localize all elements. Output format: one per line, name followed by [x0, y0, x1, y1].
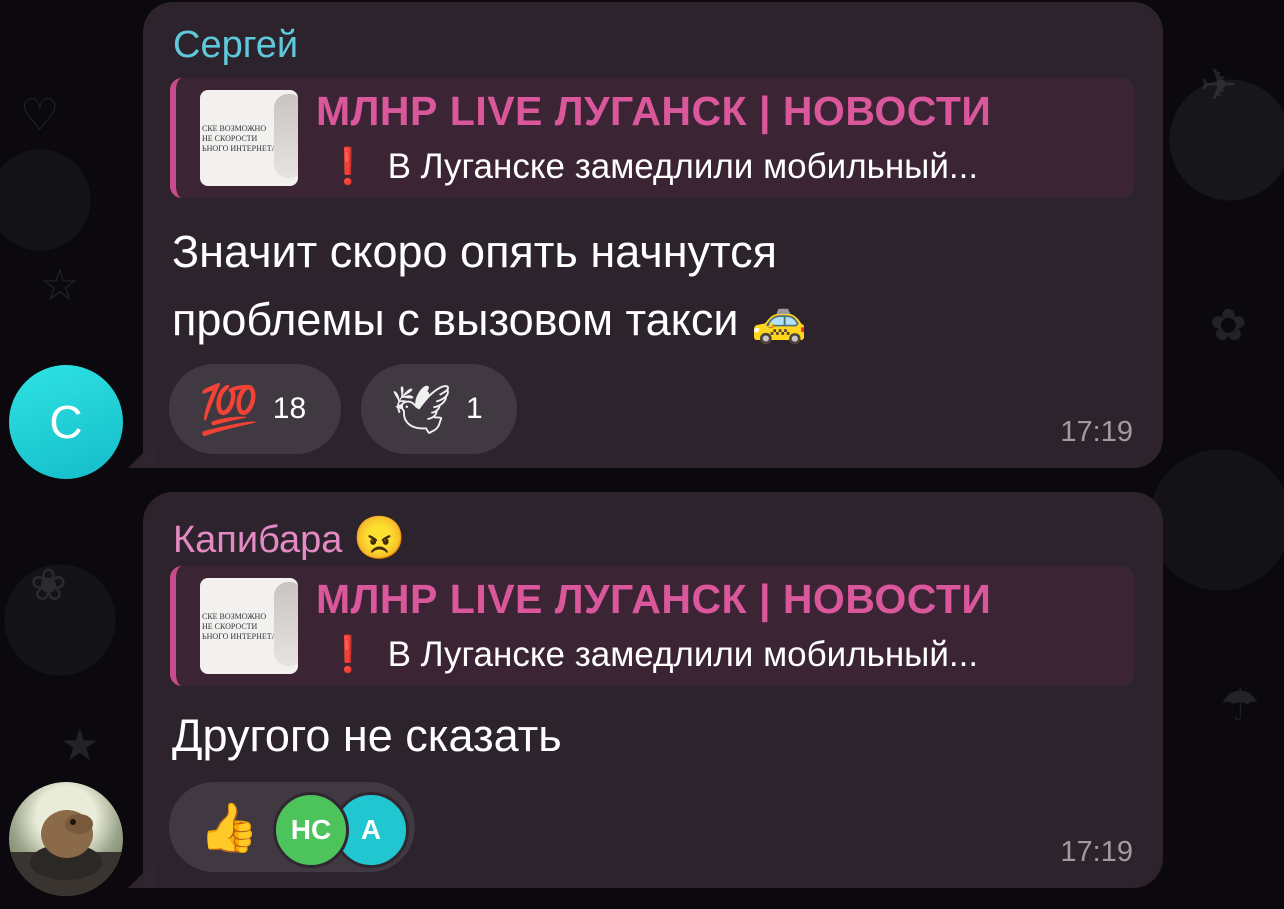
avatar-letter: С	[49, 396, 83, 448]
reply-title: МЛНР LIVE ЛУГАНСК | НОВОСТИ	[316, 88, 992, 134]
reply-thumbnail: СКЕ ВОЗМОЖНО НЕ СКОРОСТИ ЬНОГО ИНТЕРНЕТА	[200, 90, 298, 186]
reply-preview[interactable]: СКЕ ВОЗМОЖНО НЕ СКОРОСТИ ЬНОГО ИНТЕРНЕТА…	[170, 78, 1134, 198]
doodle-icon: ✈	[1200, 60, 1237, 111]
reaction-count: 18	[272, 392, 307, 425]
message-bubble[interactable]: Капибара 😠 СКЕ ВОЗМОЖНО НЕ СКОРОСТИ ЬНОГ…	[143, 492, 1163, 888]
reaction-hundred[interactable]: 💯 18	[169, 364, 341, 454]
exclamation-icon: ❗	[326, 635, 370, 674]
reactor-avatar: НС	[273, 792, 349, 868]
capybara-icon	[9, 810, 123, 896]
angry-face-icon: 😠	[352, 514, 406, 561]
exclamation-icon: ❗	[326, 147, 370, 186]
doodle-icon: ★	[60, 720, 100, 771]
reply-preview[interactable]: СКЕ ВОЗМОЖНО НЕ СКОРОСТИ ЬНОГО ИНТЕРНЕТА…	[170, 566, 1134, 686]
hundred-icon: 💯	[199, 381, 259, 438]
message-text-line: Значит скоро опять начнутся	[172, 226, 778, 277]
message-time: 17:19	[1060, 416, 1133, 448]
thumbnail-figure	[274, 94, 298, 178]
doodle-icon: ❀	[30, 560, 67, 611]
avatar[interactable]	[9, 782, 123, 896]
reply-title: МЛНР LIVE ЛУГАНСК | НОВОСТИ	[316, 576, 992, 622]
thumbnail-figure	[274, 582, 298, 666]
sender-name-text: Капибара	[173, 519, 343, 561]
doodle-icon: ✿	[1210, 300, 1247, 351]
reply-text-content: В Луганске замедлили мобильный...	[387, 635, 979, 674]
reply-text: ❗ В Луганске замедлили мобильный...	[326, 146, 978, 187]
doodle-icon: ☂	[1220, 680, 1260, 731]
message-text-line: проблемы с вызовом такси 🚕	[172, 294, 808, 345]
thumbnail-text: СКЕ ВОЗМОЖНО НЕ СКОРОСТИ ЬНОГО ИНТЕРНЕТА	[202, 124, 278, 153]
reply-text: ❗ В Луганске замедлили мобильный...	[326, 634, 978, 675]
thumbnail-text: СКЕ ВОЗМОЖНО НЕ СКОРОСТИ ЬНОГО ИНТЕРНЕТА	[202, 612, 278, 641]
reply-text-content: В Луганске замедлили мобильный...	[387, 147, 979, 186]
reaction-dove[interactable]: 🕊 1	[361, 364, 517, 454]
doodle-icon: ☆	[40, 260, 80, 311]
message-time: 17:19	[1060, 836, 1133, 868]
reaction-thumbs-up[interactable]: 👍 A НС	[169, 782, 415, 872]
dove-icon: 🕊	[391, 381, 452, 438]
sender-name[interactable]: Капибара 😠	[173, 514, 405, 563]
reply-thumbnail: СКЕ ВОЗМОЖНО НЕ СКОРОСТИ ЬНОГО ИНТЕРНЕТА	[200, 578, 298, 674]
reaction-count: 1	[465, 392, 483, 425]
doodle-icon: ♡	[20, 90, 60, 141]
thumbs-up-icon: 👍	[199, 799, 259, 856]
sender-name[interactable]: Сергей	[173, 24, 298, 67]
message-bubble[interactable]: Сергей СКЕ ВОЗМОЖНО НЕ СКОРОСТИ ЬНОГО ИН…	[143, 2, 1163, 468]
message-text: Значит скоро опять начнутся проблемы с в…	[172, 218, 807, 354]
avatar[interactable]: С	[9, 365, 123, 479]
message-text: Другого не сказать	[172, 710, 562, 761]
